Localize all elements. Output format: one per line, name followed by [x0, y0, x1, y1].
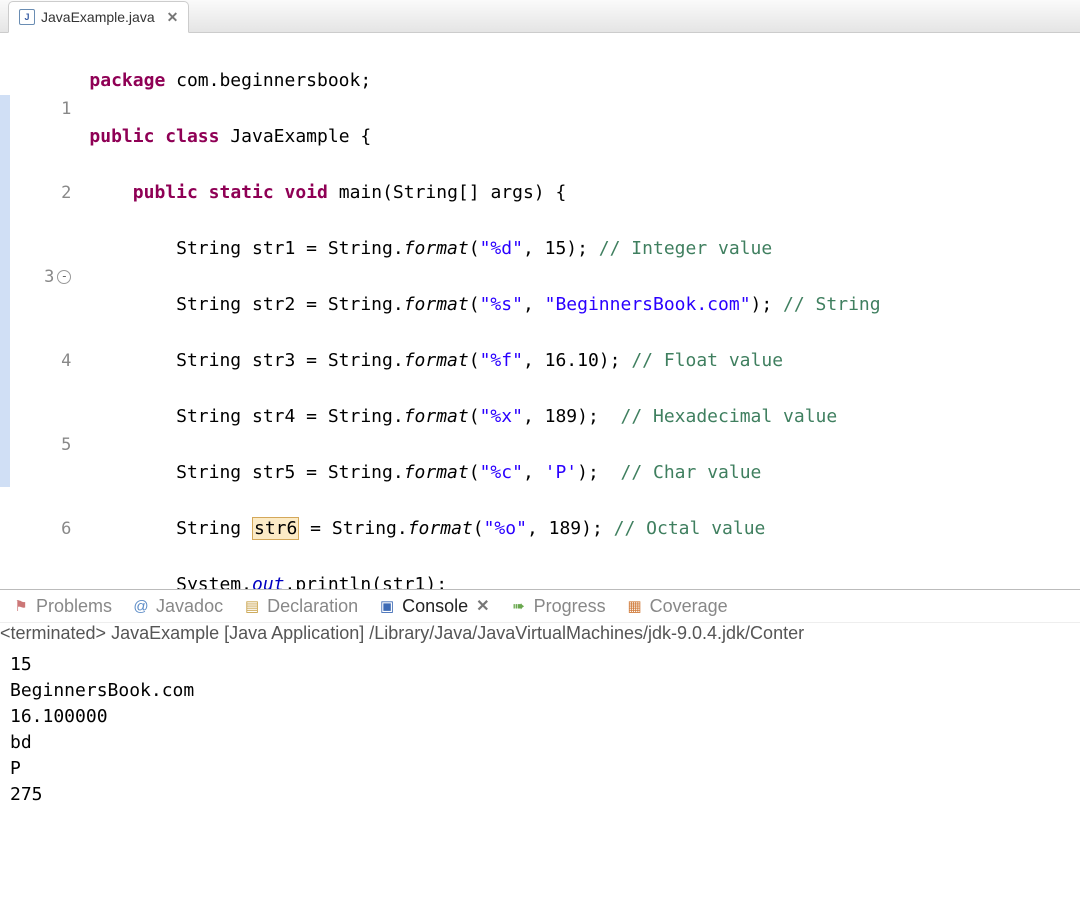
code-content[interactable]: package com.beginnersbook; public class …: [79, 33, 1080, 589]
console-output[interactable]: 15 BeginnersBook.com 16.100000 bd P 275: [0, 648, 1080, 808]
bottom-panel: ⚑ Problems @ Javadoc ▤ Declaration ▣ Con…: [0, 589, 1080, 894]
tab-javadoc[interactable]: @ Javadoc: [132, 596, 223, 617]
close-icon[interactable]: ✕: [167, 9, 179, 26]
console-line: BeginnersBook.com: [10, 678, 1080, 704]
tab-file-name: JavaExample.java: [41, 9, 155, 25]
code-editor[interactable]: 1 2 3- 4 5 6 7 8 9 10 11 12 13 14 15 16 …: [0, 33, 1080, 589]
close-icon[interactable]: ✕: [476, 596, 489, 616]
tab-progress[interactable]: ➠ Progress: [510, 596, 606, 617]
console-line: 16.100000: [10, 704, 1080, 730]
console-icon: ▣: [378, 597, 396, 615]
coverage-icon: ▦: [626, 597, 644, 615]
tab-coverage[interactable]: ▦ Coverage: [626, 596, 728, 617]
console-line: 275: [10, 782, 1080, 808]
tab-problems[interactable]: ⚑ Problems: [12, 596, 112, 617]
console-line: P: [10, 756, 1080, 782]
console-line: 15: [10, 652, 1080, 678]
file-tab-javaexample[interactable]: J JavaExample.java ✕: [8, 1, 189, 33]
declaration-icon: ▤: [243, 597, 261, 615]
folding-strip: [0, 33, 10, 589]
fold-minus-icon[interactable]: -: [57, 270, 71, 284]
variable-highlight: str6: [252, 517, 299, 540]
problems-icon: ⚑: [12, 597, 30, 615]
bottom-tab-bar: ⚑ Problems @ Javadoc ▤ Declaration ▣ Con…: [0, 590, 1080, 623]
ide-window: J JavaExample.java ✕ 1 2 3- 4 5 6 7 8 9 …: [0, 0, 1080, 902]
console-run-header: <terminated> JavaExample [Java Applicati…: [0, 623, 1080, 644]
tab-declaration[interactable]: ▤ Declaration: [243, 596, 358, 617]
console-line: bd: [10, 730, 1080, 756]
tab-console[interactable]: ▣ Console ✕: [378, 596, 489, 617]
editor-tab-bar: J JavaExample.java ✕: [0, 0, 1080, 33]
progress-icon: ➠: [510, 597, 528, 615]
line-numbers: 1 2 3- 4 5 6 7 8 9 10 11 12 13 14 15 16 …: [10, 33, 79, 589]
javadoc-icon: @: [132, 597, 150, 615]
java-file-icon: J: [19, 9, 35, 25]
